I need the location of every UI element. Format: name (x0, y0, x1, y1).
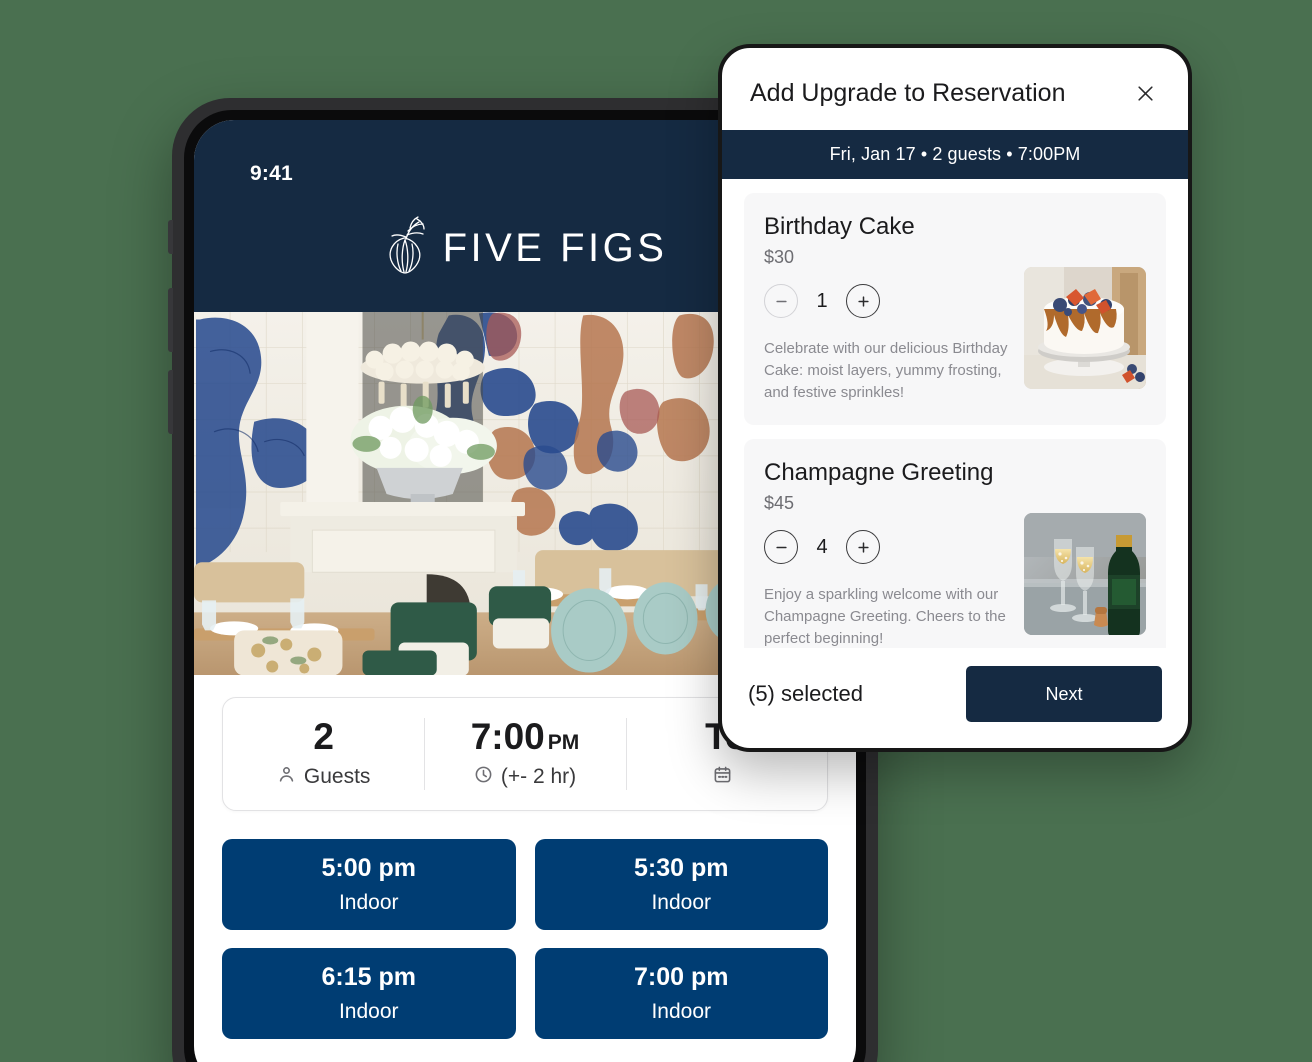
brand-name: FIVE FIGS (442, 226, 668, 270)
guests-count: 2 (313, 716, 334, 758)
upgrade-price: $45 (764, 493, 795, 514)
person-icon (277, 765, 296, 790)
champagne-photo (1024, 513, 1146, 636)
slot-area: Indoor (338, 1000, 399, 1023)
slot-area: Indoor (338, 891, 399, 914)
slot-time: 5:30 pm (634, 854, 729, 882)
next-button[interactable]: Next (966, 666, 1162, 722)
increment-button[interactable] (846, 284, 880, 318)
time-slot-button[interactable]: 5:00 pm Indoor (222, 839, 516, 930)
upgrade-price: $30 (764, 247, 795, 267)
time-meridiem: PM (547, 731, 580, 755)
time-value: 7:00 PM (430, 716, 619, 758)
quantity-value: 4 (816, 535, 828, 558)
modal-header: Add Upgrade to Reservation (722, 48, 1188, 130)
clock-icon (474, 765, 493, 790)
time-slot-button[interactable]: 7:00 pm Indoor (534, 948, 828, 1039)
birthday-cake-photo (1024, 267, 1146, 389)
increment-button[interactable] (846, 530, 880, 565)
time-window-row: (+- 2 hr) (430, 765, 619, 790)
close-icon[interactable] (1130, 78, 1160, 108)
time-slot-grid: 5:00 pm Indoor 5:30 pm Indoor 6:15 pm In… (194, 811, 856, 1039)
upgrade-description: Celebrate with our delicious Birthday Ca… (764, 340, 1008, 401)
decrement-button[interactable] (764, 284, 798, 318)
upgrade-card: Birthday Cake $30 1 Celebrate with our d… (744, 193, 1166, 426)
phone-volume-down-button[interactable] (168, 370, 173, 434)
calendar-icon (713, 765, 732, 790)
time-window-label: (+- 2 hr) (500, 765, 577, 789)
selected-count-label: (5) selected (748, 681, 863, 706)
upgrade-list: Birthday Cake $30 1 Celebrate with our d… (722, 179, 1188, 648)
reservation-guests-field[interactable]: 2 Guests (223, 716, 424, 790)
slot-time: 7:00 pm (634, 963, 729, 991)
time-number: 7:00 (470, 716, 545, 758)
reservation-time-field[interactable]: 7:00 PM (+- 2 hr) (424, 716, 625, 790)
time-slot-button[interactable]: 6:15 pm Indoor (222, 948, 516, 1039)
reservation-summary-bar: Fri, Jan 17 • 2 guests • 7:00PM (722, 130, 1188, 179)
upgrade-description: Enjoy a sparkling welcome with our Champ… (764, 586, 1006, 647)
time-slot-button[interactable]: 5:30 pm Indoor (534, 839, 828, 930)
phone-volume-up-button[interactable] (168, 288, 173, 352)
upgrade-name: Champagne Greeting (764, 459, 994, 487)
slot-time: 5:00 pm (321, 854, 416, 882)
upgrade-card: Champagne Greeting $45 4 Enjoy a sparkli… (744, 439, 1166, 648)
guests-label-row: Guests (229, 765, 418, 790)
modal-footer: (5) selected Next (722, 648, 1188, 748)
quantity-value: 1 (816, 289, 828, 312)
guests-label: Guests (303, 765, 371, 789)
slot-area: Indoor (651, 891, 712, 914)
decrement-button[interactable] (764, 530, 798, 565)
status-bar-time: 9:41 (250, 162, 293, 185)
slot-area: Indoor (651, 1000, 712, 1023)
modal-title: Add Upgrade to Reservation (750, 78, 1066, 107)
upgrade-name: Birthday Cake (764, 213, 915, 240)
fig-outline-icon (383, 216, 429, 281)
date-label-row (632, 765, 821, 790)
add-upgrade-modal: Add Upgrade to Reservation Fri, Jan 17 •… (718, 44, 1192, 752)
slot-time: 6:15 pm (321, 963, 416, 991)
phone-mute-switch[interactable] (168, 220, 173, 254)
